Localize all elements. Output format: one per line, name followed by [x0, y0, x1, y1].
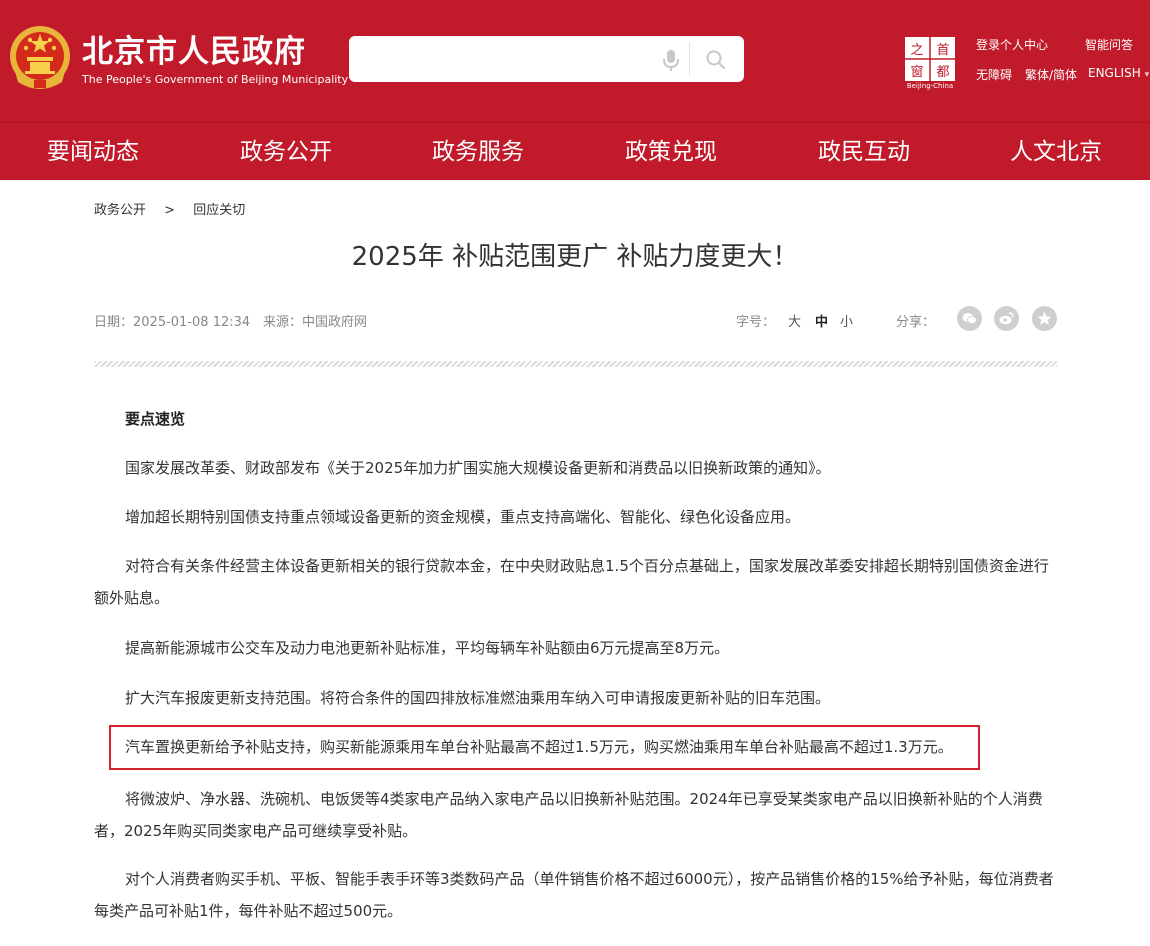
search-divider: [689, 42, 690, 76]
article-source: 来源：中国政府网: [263, 311, 367, 330]
capital-logo-char: 之: [910, 43, 923, 58]
nav-item-news[interactable]: 要闻动态: [47, 123, 139, 181]
capital-logo-char: 首: [936, 43, 949, 58]
nav-item-interaction[interactable]: 政民互动: [818, 123, 910, 181]
english-link-label: ENGLISH: [1088, 66, 1141, 80]
site-title[interactable]: 北京市人民政府: [82, 26, 306, 71]
highlighted-paragraph: 汽车置换更新给予补贴支持，购买新能源乘用车单台补贴最高不超过1.5万元，购买燃油…: [125, 738, 953, 756]
nav-item-culture[interactable]: 人文北京: [1010, 123, 1102, 181]
article-paragraph: 对符合有关条件经营主体设备更新相关的银行贷款本金，在中央财政贴息1.5个百分点基…: [94, 557, 1049, 607]
national-emblem-icon: [10, 26, 70, 89]
wechat-icon[interactable]: [957, 306, 982, 331]
microphone-icon[interactable]: [660, 48, 682, 72]
english-link[interactable]: ENGLISH ▾: [1088, 66, 1149, 80]
source-value: 中国政府网: [302, 315, 368, 330]
article-title: 2025年 补贴范围更广 补贴力度更大！: [351, 242, 799, 272]
source-label: 来源：: [263, 315, 303, 330]
nav-item-policy[interactable]: 政策兑现: [625, 123, 717, 181]
favorite-icon[interactable]: [1032, 306, 1057, 331]
search-icon[interactable]: [704, 48, 728, 72]
share-label: 分享：: [896, 315, 936, 330]
font-size-large[interactable]: 大: [788, 311, 801, 330]
accessibility-link[interactable]: 无障碍: [976, 66, 1012, 83]
main-nav: 要闻动态 政务公开 政务服务 政策兑现 政民互动 人文北京: [0, 122, 1150, 180]
login-link[interactable]: 登录个人中心: [976, 36, 1048, 53]
font-size-small[interactable]: 小: [840, 311, 853, 330]
section-heading: 要点速览: [125, 410, 186, 428]
article-paragraph: 将微波炉、净水器、洗碗机、电饭煲等4类家电产品纳入家电产品以旧换新补贴范围。20…: [94, 790, 1043, 840]
breadcrumb-item[interactable]: 回应关切: [193, 199, 245, 218]
nav-item-services[interactable]: 政务服务: [432, 123, 524, 181]
font-size-label: 字号：: [736, 315, 776, 330]
nav-item-government-affairs[interactable]: 政务公开: [240, 123, 332, 181]
title-divider: [94, 361, 1057, 367]
weibo-icon[interactable]: [994, 306, 1019, 331]
breadcrumb-item[interactable]: 政务公开: [94, 199, 146, 218]
article-paragraph: 国家发展改革委、财政部发布《关于2025年加力扩围实施大规模设备更新和消费品以旧…: [125, 459, 831, 477]
breadcrumb-separator: >: [164, 203, 176, 218]
search-box: [349, 36, 744, 82]
capital-logo-caption: Beijing-China: [906, 82, 954, 90]
breadcrumb: 政务公开 > 回应关切: [94, 199, 245, 218]
article-date: 日期：2025-01-08 12:34: [94, 311, 250, 330]
capital-logo-char: 都: [936, 65, 949, 80]
article-paragraph: 对个人消费者购买手机、平板、智能手表手环等3类数码产品（单件销售价格不超过600…: [94, 870, 1054, 920]
traditional-simplified-link[interactable]: 繁体/简体: [1025, 66, 1077, 83]
capital-logo-char: 窗: [910, 64, 923, 80]
chevron-down-icon: ▾: [1144, 70, 1150, 80]
search-input[interactable]: [349, 36, 649, 82]
article-paragraph: 增加超长期特别国债支持重点领域设备更新的资金规模，重点支持高端化、智能化、绿色化…: [125, 508, 801, 526]
date-label: 日期：: [94, 315, 134, 330]
site-subtitle: The People's Government of Beijing Munic…: [82, 73, 349, 86]
smart-qa-link[interactable]: 智能问答: [1085, 36, 1133, 53]
article-paragraph: 扩大汽车报废更新支持范围。将符合条件的国四排放标准燃油乘用车纳入可申请报废更新补…: [125, 689, 831, 707]
date-value: 2025-01-08 12:34: [133, 315, 251, 330]
font-size-medium[interactable]: 中: [815, 311, 828, 330]
article-paragraph: 提高新能源城市公交车及动力电池更新补贴标准，平均每辆车补贴额由6万元提高至8万元…: [125, 639, 730, 657]
